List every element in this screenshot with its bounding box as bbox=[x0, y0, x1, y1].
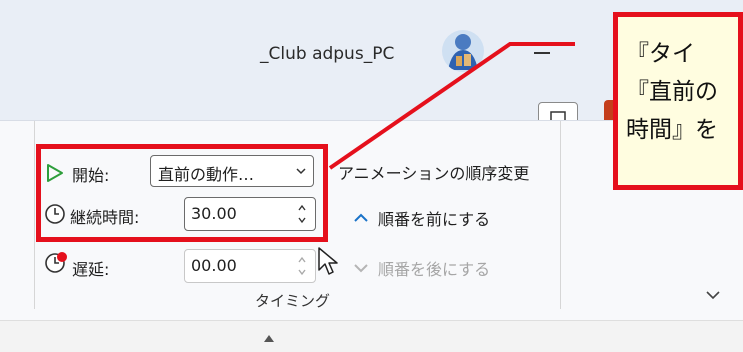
callout-line-2: 『直前の bbox=[626, 79, 718, 105]
callout-line-1: 『タイ bbox=[626, 41, 695, 67]
callout-line-3: 時間』を bbox=[626, 117, 718, 143]
mouse-cursor-icon bbox=[318, 247, 338, 275]
timing-highlight-box bbox=[36, 144, 328, 242]
callout-box: 『タイ 『直前の 時間』を bbox=[613, 12, 743, 190]
